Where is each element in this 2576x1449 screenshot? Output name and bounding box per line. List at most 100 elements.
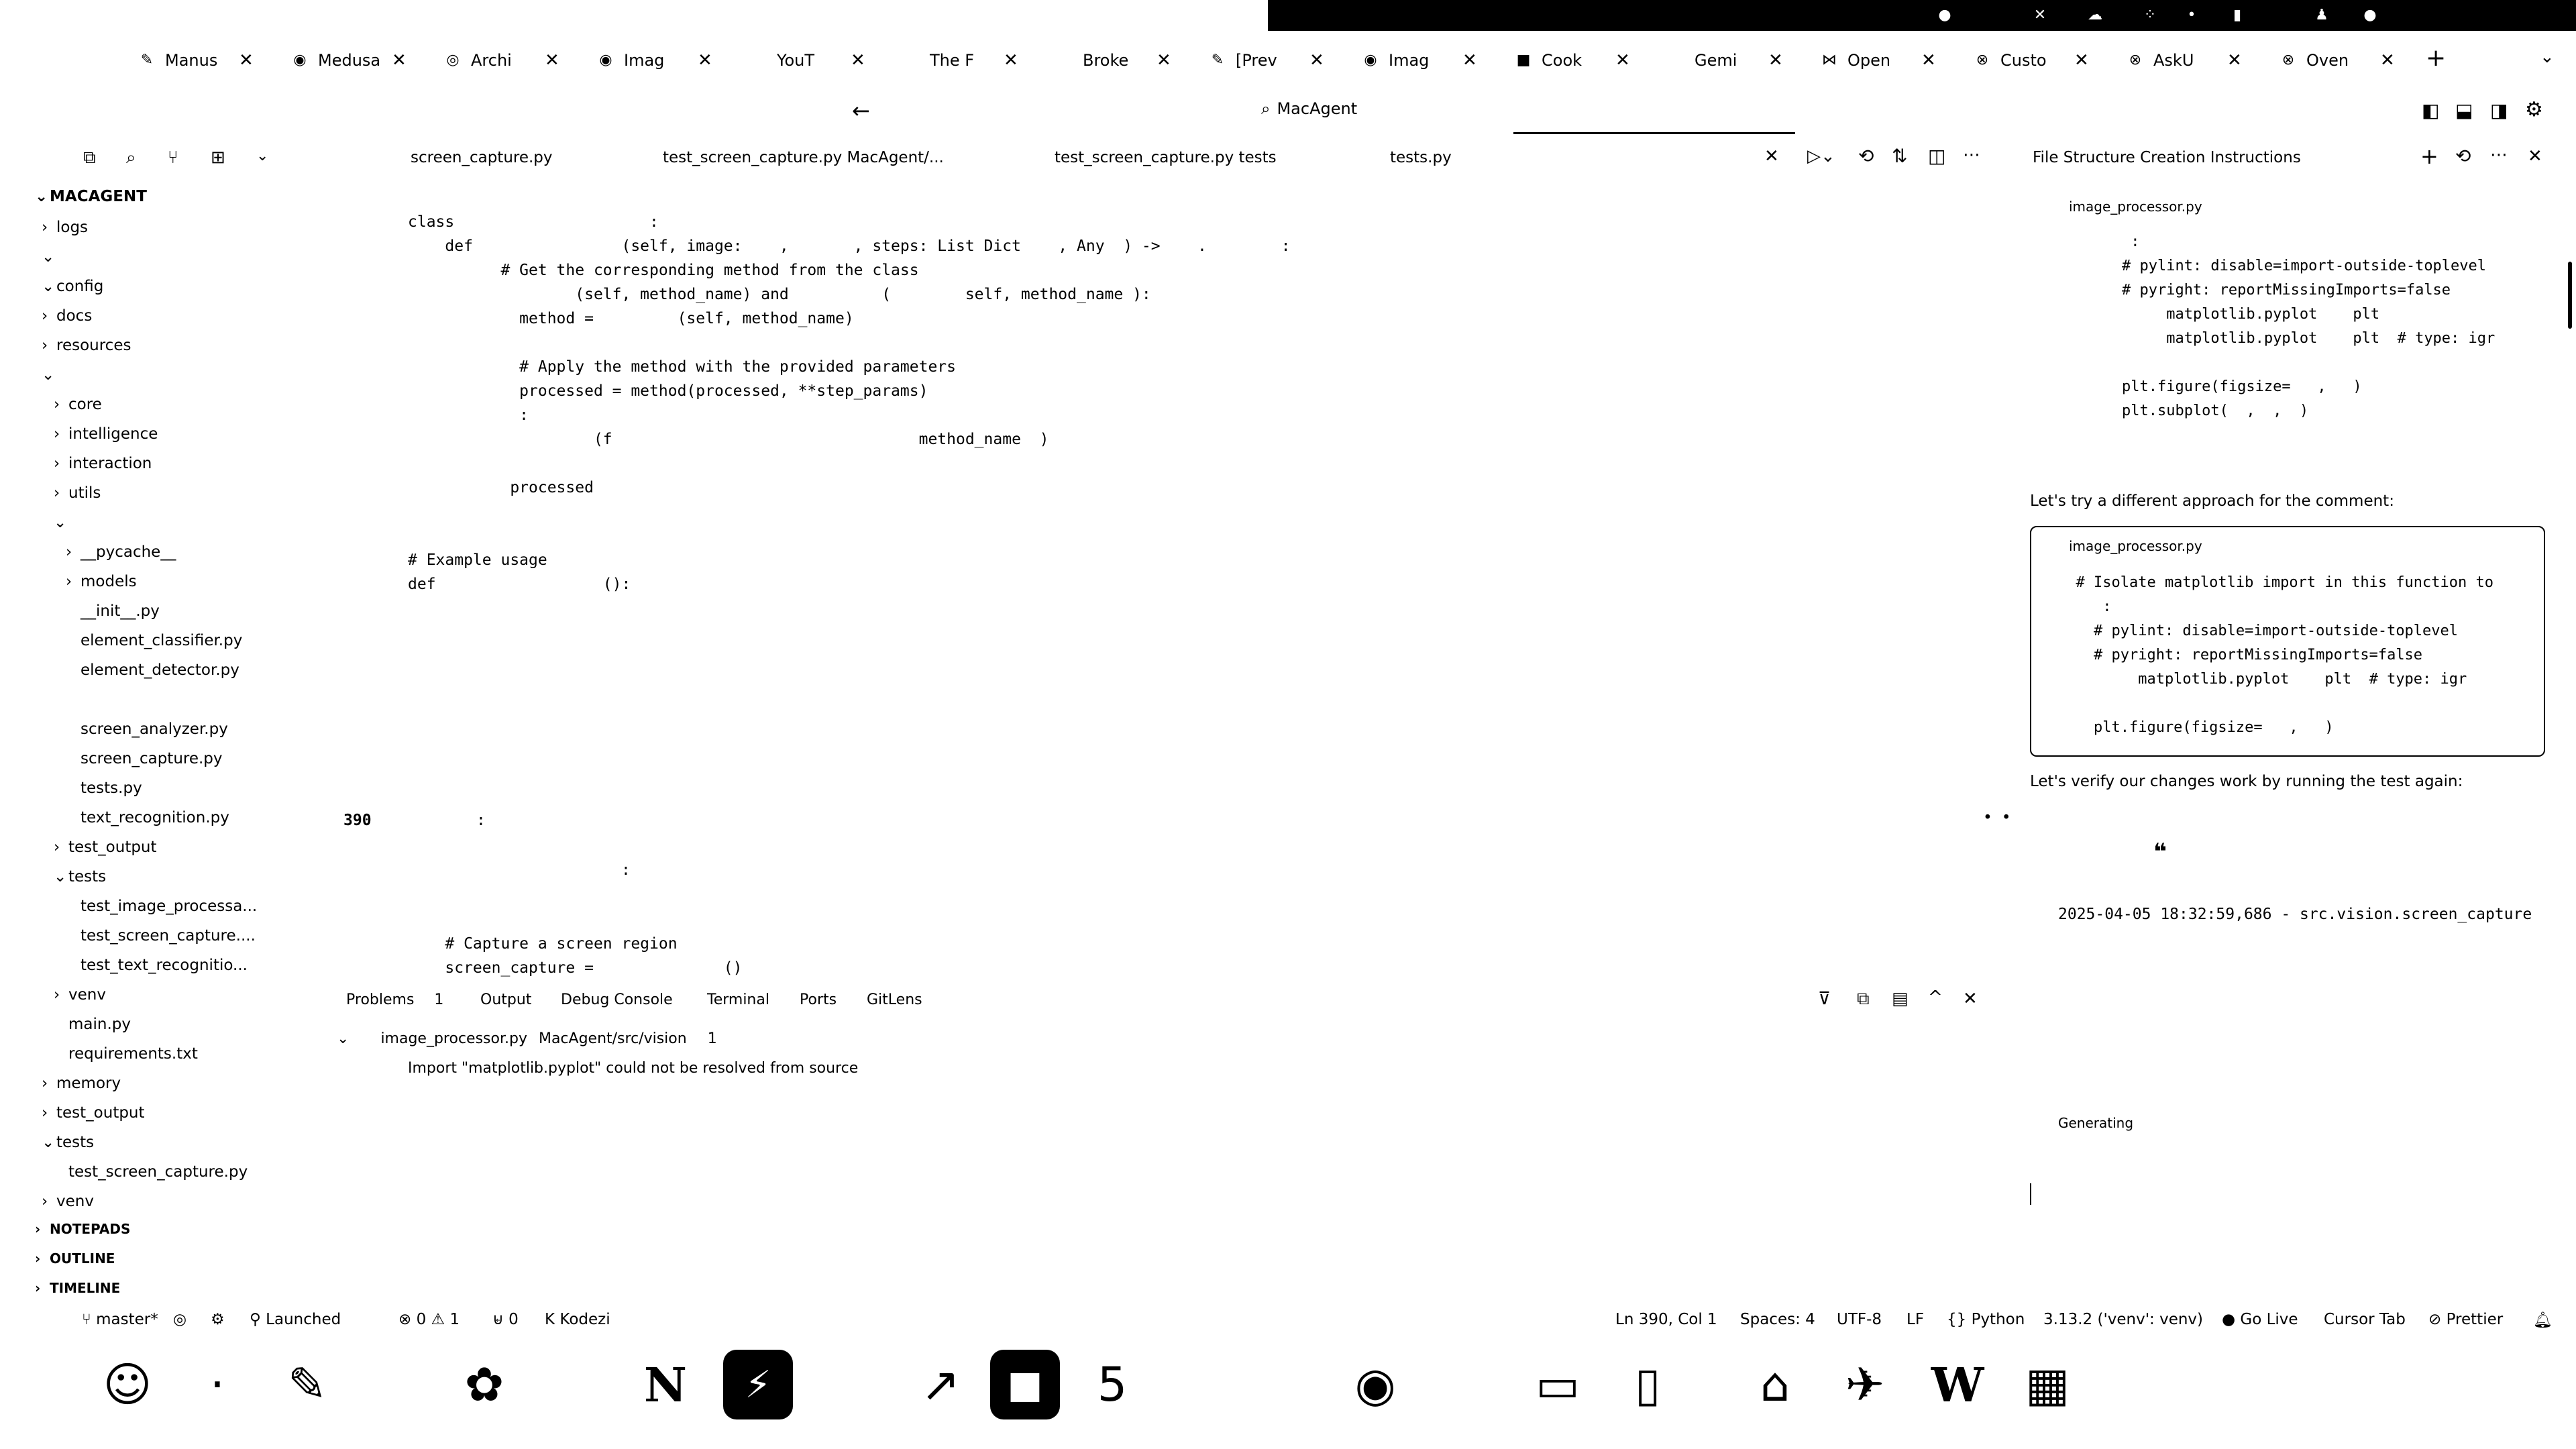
explorer-item[interactable] (66, 691, 80, 708)
user-icon[interactable]: ♟ (2313, 7, 2330, 24)
explorer-item[interactable]: __init__.py (66, 602, 160, 620)
tab-list-chevron-icon[interactable]: ⌄ (2540, 47, 2555, 67)
browser-tab[interactable]: ◉ Imag ✕ (1362, 46, 1477, 75)
browser-tab[interactable]: ⋈ Open ✕ (1821, 46, 1936, 75)
tab-close-icon[interactable]: ✕ (1615, 50, 1630, 70)
cloud-icon[interactable]: ☁ (2086, 7, 2104, 24)
panel-tab[interactable]: Problems 1 (346, 991, 443, 1008)
explorer-item[interactable]: ⌄ (42, 366, 56, 384)
pen-app-icon[interactable]: ✎ (272, 1350, 342, 1419)
chat-scrollbar[interactable] (2568, 262, 2572, 329)
more-actions-icon[interactable]: ⋯ (1963, 145, 1980, 165)
chatgpt-icon[interactable]: ✿ (449, 1350, 519, 1419)
compare-icon[interactable]: ⇅ (1892, 145, 1907, 167)
small-dot-icon[interactable]: • (2183, 7, 2200, 24)
control-center-icon[interactable]: ✕ (2031, 7, 2049, 24)
tab-close-icon[interactable]: ✕ (239, 50, 254, 70)
tab-close-icon[interactable]: ✕ (851, 50, 865, 70)
chat-more-icon[interactable]: ⋯ (2490, 145, 2508, 165)
tab-close-icon[interactable]: ✕ (1462, 50, 1477, 70)
status-branch[interactable]: ⑂ master* (82, 1311, 158, 1328)
status-golive[interactable]: ● Go Live (2222, 1311, 2298, 1328)
more-chevron-icon[interactable]: ⌄ (256, 148, 268, 164)
run-icon[interactable]: ▷⌄ (1807, 146, 1835, 166)
chat-input-cursor[interactable] (2030, 1183, 2031, 1205)
source-control-icon[interactable]: ⑂ (168, 148, 178, 168)
explorer-item[interactable]: › test_output (54, 839, 157, 856)
explorer-item[interactable]: › test_output (42, 1104, 145, 1122)
problem-message-row[interactable]: Import "matplotlib.pyplot" could not be … (408, 1060, 858, 1077)
problem-file-row[interactable]: ⌄ image_processor.py MacAgent/src/vision… (337, 1030, 717, 1047)
editor-close-icon[interactable]: ✕ (1764, 146, 1779, 166)
browser-tab[interactable]: ⊗ Oven ✕ (2279, 46, 2395, 75)
panel-tab[interactable]: Debug Console (561, 991, 673, 1008)
tab-close-icon[interactable]: ✕ (1921, 50, 1936, 70)
editor-tab-screen-capture[interactable]: screen_capture.py (411, 149, 553, 172)
browser-tab[interactable]: Gemi ✕ (1668, 46, 1783, 75)
explorer-item[interactable]: › utils (54, 484, 101, 502)
explorer-item[interactable]: ⌄ tests (42, 1134, 94, 1151)
browser-tab[interactable]: YouT ✕ (750, 46, 865, 75)
app2-icon[interactable]: · (182, 1350, 252, 1419)
chat-bubble-icon[interactable]: ● (2361, 7, 2379, 24)
chat-close-icon[interactable]: ✕ (2528, 146, 2542, 166)
debug-icon[interactable]: ⚙ (211, 1311, 225, 1328)
app-5-icon[interactable]: 5 (1077, 1350, 1147, 1419)
notion-icon[interactable]: N (631, 1350, 700, 1419)
explorer-item[interactable]: tests.py (66, 780, 142, 797)
phone-icon[interactable]: ▮ (2229, 7, 2246, 24)
iphone-mirroring-icon[interactable]: ▯ (1613, 1350, 1682, 1419)
tab-close-icon[interactable]: ✕ (1768, 50, 1783, 70)
explorer-item[interactable]: main.py (54, 1016, 131, 1033)
explorer-root[interactable]: ⌄ MACAGENT (35, 188, 147, 205)
browser-tab[interactable]: ■ Cook ✕ (1515, 46, 1630, 75)
finder-icon[interactable]: ☺ (93, 1350, 162, 1419)
explorer-item[interactable]: › resources (42, 337, 131, 354)
explorer-item[interactable]: ⌄ (54, 514, 68, 531)
explorer-section[interactable]: › OUTLINE (35, 1250, 115, 1267)
explorer-files-icon[interactable]: ⧉ (83, 148, 96, 168)
status-ports[interactable]: ⊌ 0 (492, 1311, 519, 1328)
panel-tab[interactable]: Output (480, 991, 531, 1008)
status-interpreter[interactable]: 3.13.2 ('venv': venv) (2043, 1311, 2203, 1328)
chrome-icon[interactable]: ◉ (1340, 1350, 1410, 1419)
explorer-item[interactable]: screen_analyzer.py (66, 720, 228, 738)
battery-dot-icon[interactable]: ● (1936, 7, 1953, 24)
explorer-item[interactable]: › core (54, 396, 102, 413)
explorer-item[interactable]: › venv (54, 986, 106, 1004)
settings-gear-icon[interactable]: ⚙ (2525, 98, 2543, 121)
browser-tab[interactable]: ⊗ Custo ✕ (1974, 46, 2089, 75)
address-bar[interactable]: ⌕ MacAgent (1261, 95, 1436, 122)
explorer-item[interactable]: › docs (42, 307, 92, 325)
browser-tab[interactable]: The F ✕ (903, 46, 1018, 75)
explorer-item[interactable]: › memory (42, 1075, 121, 1092)
new-tab-button[interactable]: + (2426, 44, 2446, 72)
status-encoding[interactable]: UTF-8 (1837, 1311, 1882, 1328)
explorer-item[interactable]: text_recognition.py (66, 809, 229, 826)
tab-close-icon[interactable]: ✕ (2074, 50, 2089, 70)
toggle-panel-icon[interactable]: ⬓ (2455, 99, 2473, 121)
app-14-icon[interactable]: ✈ (1830, 1350, 1900, 1419)
explorer-item[interactable]: › __pycache__ (66, 543, 176, 561)
status-eol[interactable]: LF (1907, 1311, 1924, 1328)
app-icon-6[interactable]: ⚡ (723, 1350, 793, 1419)
new-chat-icon[interactable]: + (2420, 144, 2438, 169)
tab-close-icon[interactable]: ✕ (1004, 50, 1018, 70)
explorer-item[interactable]: requirements.txt (54, 1045, 198, 1063)
status-launched[interactable]: ⚲ Launched (250, 1311, 341, 1328)
editor-tab-tests[interactable]: tests.py (1390, 149, 1452, 172)
word-icon[interactable]: W (1923, 1350, 1992, 1419)
explorer-item[interactable]: element_classifier.py (66, 632, 242, 649)
toggle-secondary-sidebar-icon[interactable]: ◨ (2490, 99, 2508, 121)
extensions-icon[interactable]: ⊞ (211, 148, 225, 168)
status-cursor-tab[interactable]: Cursor Tab (2324, 1311, 2406, 1328)
tab-close-icon[interactable]: ✕ (2227, 50, 2242, 70)
panel-tab[interactable]: Terminal (707, 991, 769, 1008)
explorer-item[interactable]: › venv (42, 1193, 94, 1210)
status-ln-col[interactable]: Ln 390, Col 1 (1615, 1311, 1717, 1328)
status-spaces[interactable]: Spaces: 4 (1740, 1311, 1815, 1328)
status-language[interactable]: {} Python (1947, 1311, 2025, 1328)
browser-tab[interactable]: ◉ Medusa ✕ (291, 46, 406, 75)
sync-icon[interactable]: ◎ (173, 1311, 186, 1328)
status-prettier[interactable]: ⊘ Prettier (2428, 1311, 2503, 1328)
